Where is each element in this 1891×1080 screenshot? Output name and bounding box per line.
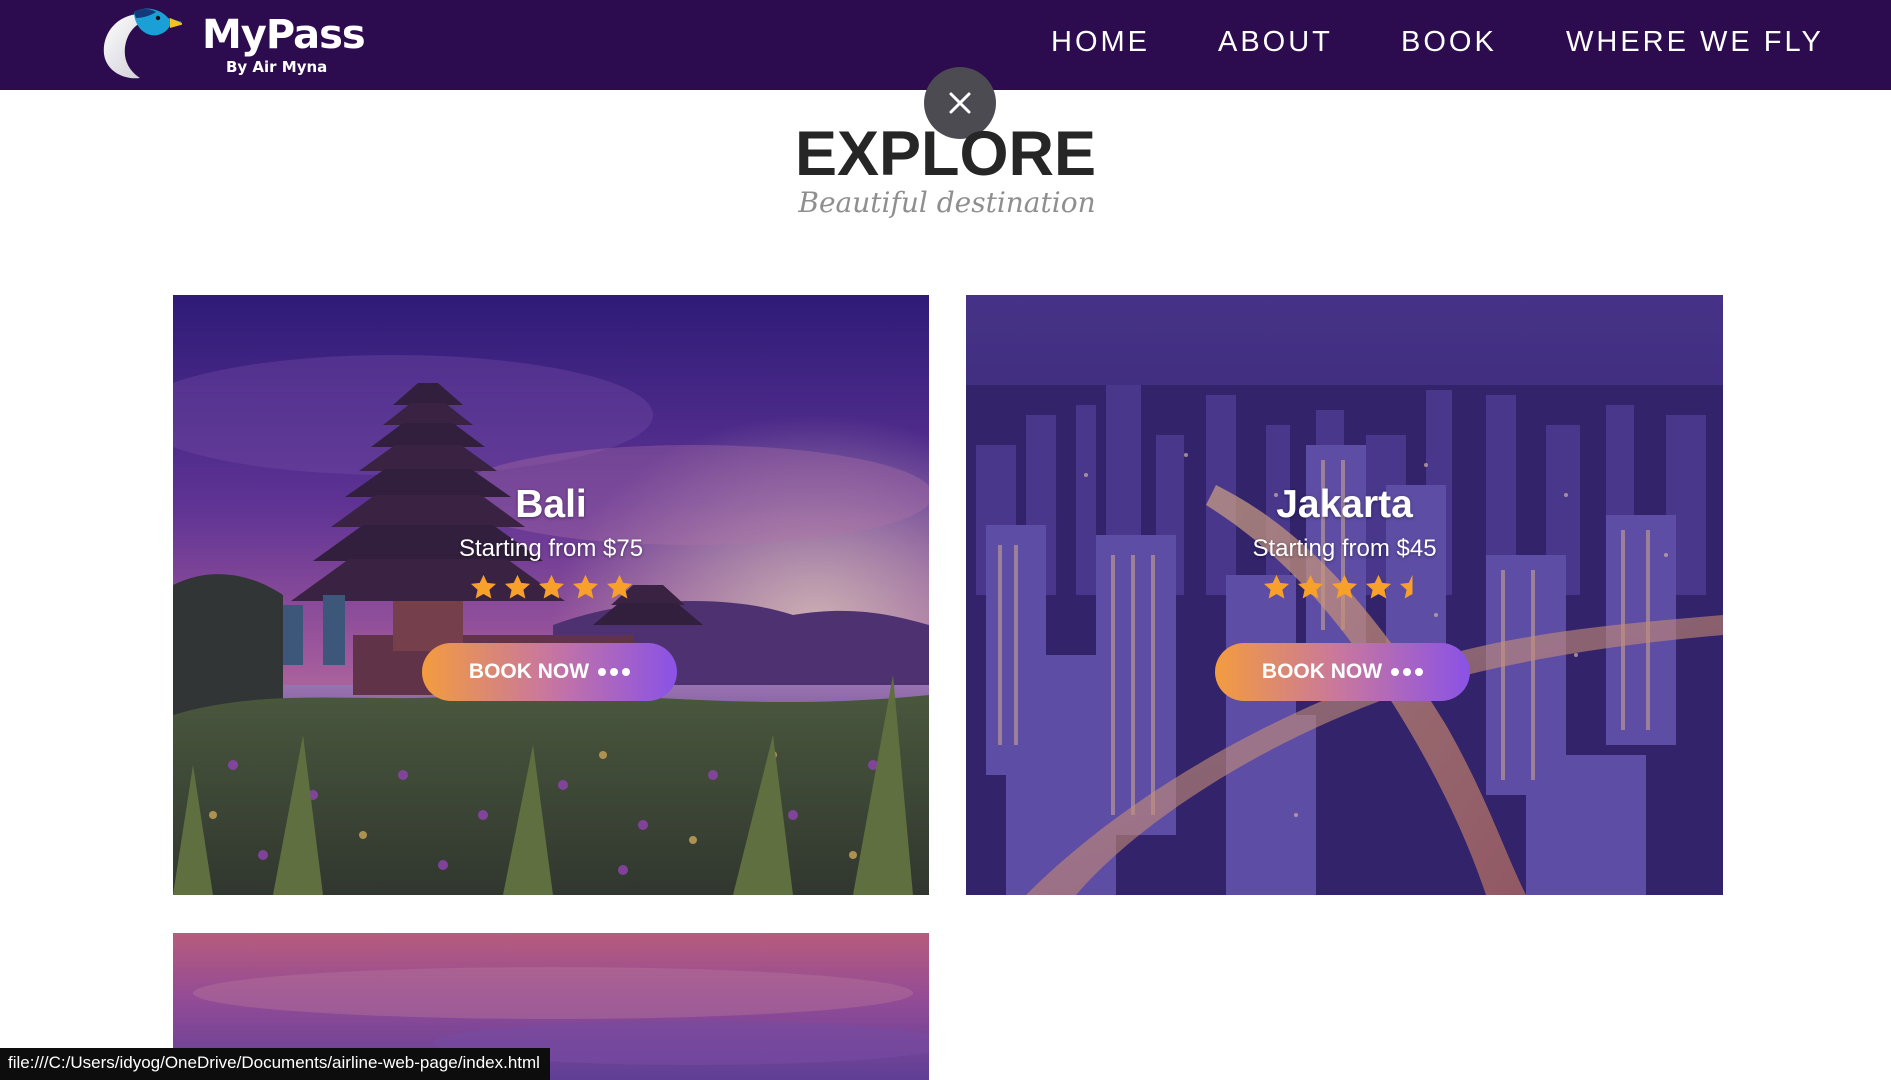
section-title: EXPLORE — [794, 119, 1097, 189]
destination-card-jakarta: Jakarta Starting from $45 BOOK NOW — [966, 295, 1723, 895]
card-content: Bali Starting from $75 BOOK NOW — [173, 295, 929, 895]
status-bar-url: file:///C:/Users/idyog/OneDrive/Document… — [0, 1048, 550, 1080]
brand-subtitle: By Air Myna — [226, 58, 328, 76]
close-icon — [949, 92, 971, 114]
card-content: Jakarta Starting from $45 BOOK NOW — [966, 295, 1723, 895]
destination-card-bali: Bali Starting from $75 BOOK NOW — [173, 295, 929, 895]
brand-title: MyPass — [202, 12, 366, 58]
star-full-icon — [1331, 574, 1358, 599]
dots-icon — [598, 668, 631, 676]
destination-city: Bali — [515, 483, 587, 526]
star-rating — [966, 573, 1723, 602]
dots-icon — [1391, 668, 1424, 676]
book-now-label: BOOK NOW — [468, 660, 590, 683]
brand-logo[interactable]: MyPass By Air Myna — [98, 6, 366, 82]
nav-home[interactable]: HOME — [1051, 26, 1150, 59]
destination-city: Jakarta — [1276, 483, 1413, 526]
book-now-button[interactable]: BOOK NOW — [1215, 643, 1470, 701]
star-full-icon — [1297, 574, 1324, 599]
nav-where-we-fly[interactable]: WHERE WE FLY — [1566, 26, 1824, 59]
destination-price: Starting from $75 — [458, 535, 644, 562]
book-now-button[interactable]: BOOK NOW — [422, 643, 677, 701]
star-half-icon — [1399, 574, 1413, 599]
nav-book[interactable]: BOOK — [1401, 26, 1497, 59]
star-full-icon — [538, 574, 564, 599]
section-subtitle: Beautiful destination — [798, 186, 1096, 219]
destination-price: Starting from $45 — [1252, 535, 1437, 562]
myna-bird-icon — [103, 8, 182, 79]
star-full-icon — [572, 574, 598, 599]
book-now-label: BOOK NOW — [1261, 660, 1383, 683]
star-full-icon — [1263, 574, 1290, 599]
star-full-icon — [1365, 574, 1392, 599]
star-full-icon — [504, 574, 530, 599]
star-full-icon — [606, 574, 632, 599]
star-full-icon — [470, 574, 496, 599]
star-rating — [173, 573, 929, 602]
nav-about[interactable]: ABOUT — [1218, 26, 1333, 59]
